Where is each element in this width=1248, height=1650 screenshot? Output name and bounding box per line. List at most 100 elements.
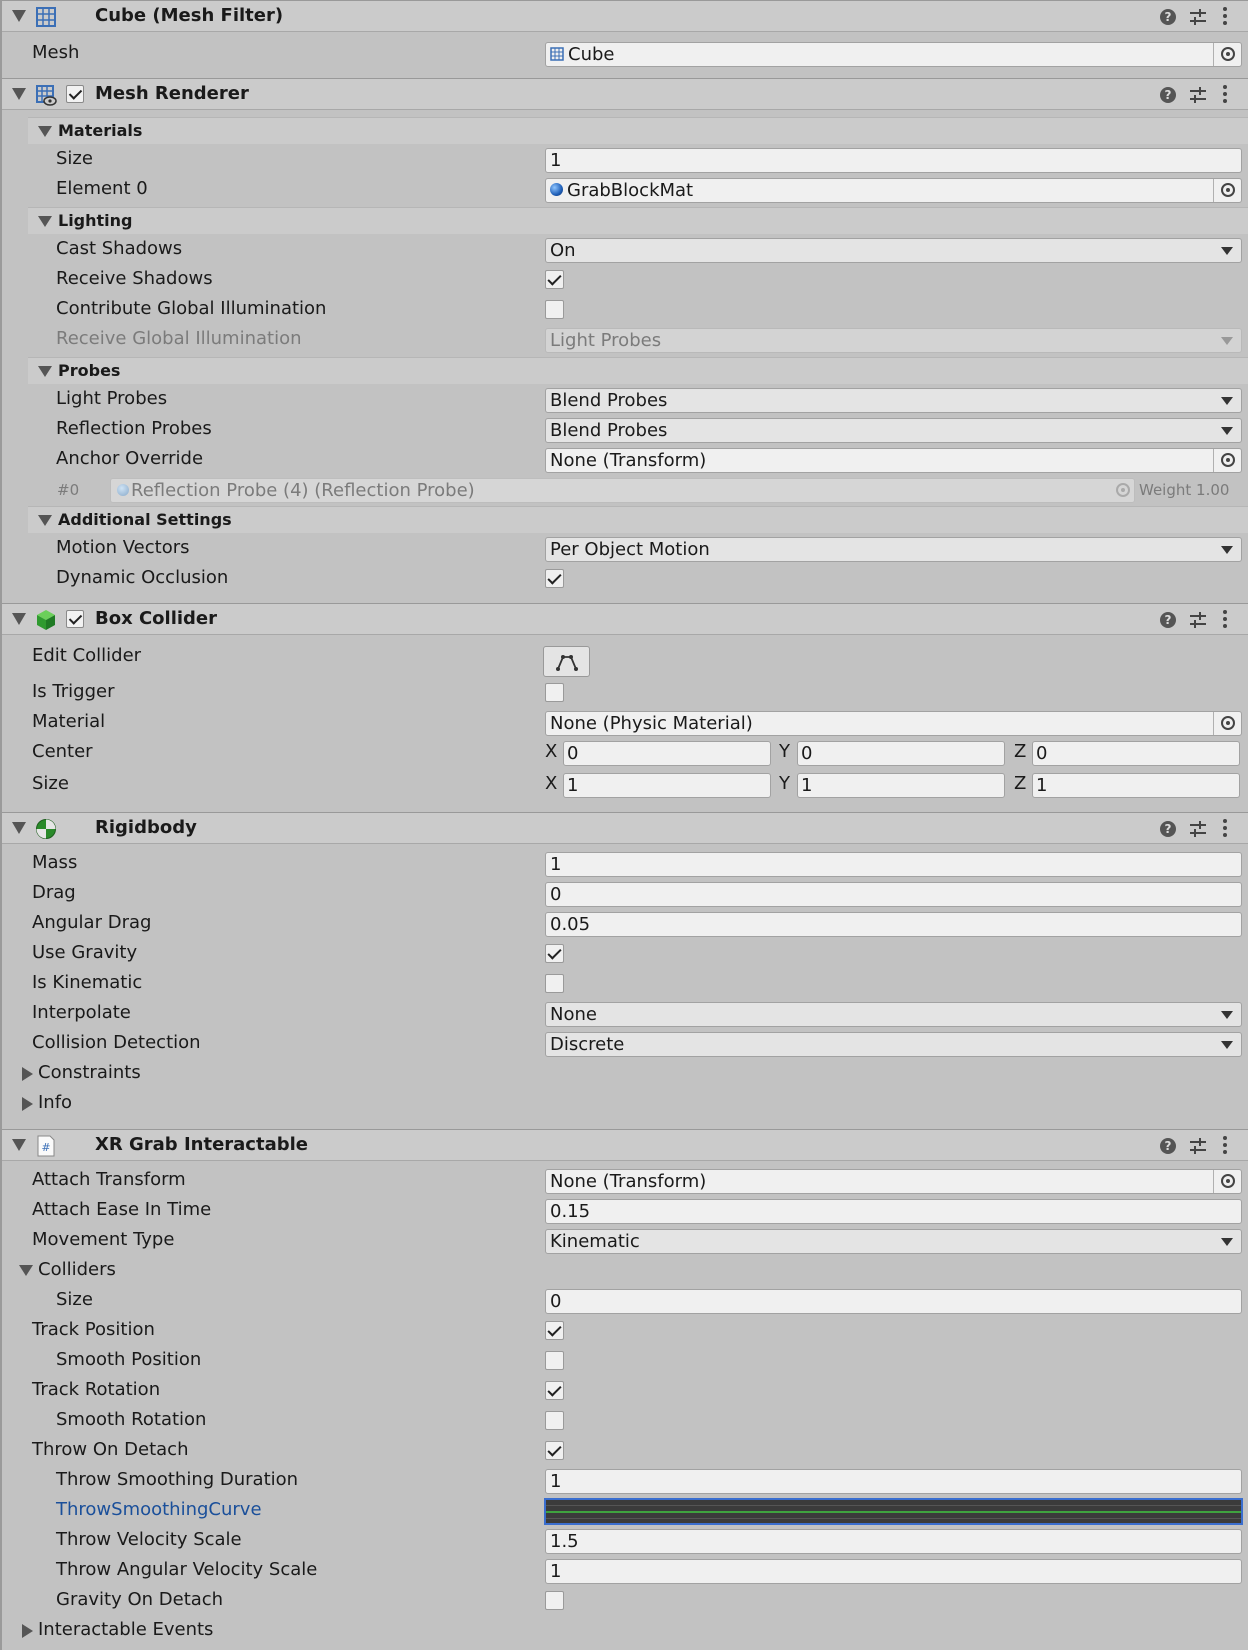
center-y-field[interactable]: 0: [797, 741, 1005, 766]
object-picker-icon[interactable]: [1213, 179, 1241, 202]
throw-angular-velocity-scale-field[interactable]: 1: [545, 1559, 1242, 1584]
collision-detection-dropdown[interactable]: Discrete: [545, 1032, 1242, 1057]
kebab-menu-icon[interactable]: [1222, 1136, 1228, 1156]
contribute-gi-label: Contribute Global Illumination: [56, 298, 327, 319]
collider-material-value: None (Physic Material): [550, 713, 753, 734]
collider-material-field[interactable]: None (Physic Material): [545, 711, 1242, 736]
anchor-override-field[interactable]: None (Transform): [545, 448, 1242, 473]
colliders-size-field[interactable]: 0: [545, 1289, 1242, 1314]
kebab-menu-icon[interactable]: [1222, 85, 1228, 105]
additional-settings-foldout[interactable]: Additional Settings: [28, 506, 1248, 533]
kebab-menu-icon[interactable]: [1222, 819, 1228, 839]
box-collider-header[interactable]: Box Collider ?: [2, 603, 1248, 635]
preset-icon[interactable]: [1188, 7, 1208, 27]
help-icon[interactable]: ?: [1160, 1138, 1176, 1154]
is-kinematic-checkbox[interactable]: [545, 974, 564, 993]
edit-collider-button[interactable]: [543, 646, 590, 677]
light-probes-dropdown[interactable]: Blend Probes: [545, 388, 1242, 413]
preset-icon[interactable]: [1188, 1136, 1208, 1156]
fold-arrow-icon[interactable]: [12, 88, 26, 100]
is-trigger-checkbox[interactable]: [545, 683, 564, 702]
center-z-field[interactable]: 0: [1032, 741, 1240, 766]
preset-icon[interactable]: [1188, 819, 1208, 839]
smooth-rotation-checkbox[interactable]: [545, 1411, 564, 1430]
attach-transform-field[interactable]: None (Transform): [545, 1169, 1242, 1194]
preset-icon[interactable]: [1188, 85, 1208, 105]
interactable-events-foldout[interactable]: Interactable Events: [38, 1619, 213, 1640]
anchor-override-value: None (Transform): [550, 450, 707, 471]
object-picker-icon[interactable]: [1213, 712, 1241, 735]
receive-shadows-checkbox[interactable]: [545, 270, 564, 289]
help-icon[interactable]: ?: [1160, 821, 1176, 837]
rigidbody-header[interactable]: Rigidbody ?: [2, 812, 1248, 844]
light-probes-value: Blend Probes: [550, 390, 668, 411]
colliders-foldout[interactable]: Colliders: [38, 1259, 116, 1280]
info-fold-icon[interactable]: [22, 1097, 33, 1111]
fold-arrow-icon[interactable]: [38, 126, 52, 137]
constraints-foldout[interactable]: Constraints: [38, 1062, 141, 1083]
fold-arrow-icon[interactable]: [38, 515, 52, 526]
element0-field[interactable]: GrabBlockMat: [545, 178, 1242, 203]
kebab-menu-icon[interactable]: [1222, 610, 1228, 630]
angular-drag-field[interactable]: 0.05: [545, 912, 1242, 937]
object-picker-icon[interactable]: [1213, 1170, 1241, 1193]
constraints-fold-icon[interactable]: [22, 1067, 33, 1081]
info-foldout[interactable]: Info: [38, 1092, 72, 1113]
throw-smoothing-duration-field[interactable]: 1: [545, 1469, 1242, 1494]
mesh-renderer-header[interactable]: Mesh Renderer ?: [2, 78, 1248, 110]
throw-smoothing-curve-field[interactable]: [544, 1498, 1243, 1525]
fold-arrow-icon[interactable]: [12, 1139, 26, 1151]
throw-on-detach-checkbox[interactable]: [545, 1441, 564, 1460]
size-x-field[interactable]: 1: [563, 773, 771, 798]
use-gravity-checkbox[interactable]: [545, 944, 564, 963]
probes-foldout[interactable]: Probes: [28, 357, 1248, 384]
fold-arrow-icon[interactable]: [12, 613, 26, 625]
reflection-probes-dropdown[interactable]: Blend Probes: [545, 418, 1242, 443]
track-position-label: Track Position: [32, 1319, 155, 1340]
throw-velocity-scale-field[interactable]: 1.5: [545, 1529, 1242, 1554]
reflection-probe-field[interactable]: Reflection Probe (4) (Reflection Probe): [110, 478, 1135, 503]
dynamic-occlusion-checkbox[interactable]: [545, 569, 564, 588]
track-position-checkbox[interactable]: [545, 1321, 564, 1340]
mesh-field[interactable]: Cube: [545, 42, 1242, 67]
svg-text:#: #: [41, 1141, 50, 1154]
lighting-foldout[interactable]: Lighting: [28, 207, 1248, 234]
gravity-on-detach-checkbox[interactable]: [545, 1591, 564, 1610]
fold-arrow-icon[interactable]: [38, 216, 52, 227]
xr-grab-header[interactable]: # XR Grab Interactable ?: [2, 1129, 1248, 1161]
drag-field[interactable]: 0: [545, 882, 1242, 907]
mesh-label: Mesh: [32, 42, 80, 63]
size-y-field[interactable]: 1: [797, 773, 1005, 798]
fold-arrow-icon[interactable]: [12, 822, 26, 834]
enabled-checkbox[interactable]: [66, 610, 84, 628]
colliders-fold-icon[interactable]: [19, 1265, 33, 1276]
cast-shadows-dropdown[interactable]: On: [545, 238, 1242, 263]
enabled-checkbox[interactable]: [66, 85, 84, 103]
materials-size-field[interactable]: 1: [545, 148, 1242, 173]
help-icon[interactable]: ?: [1160, 9, 1176, 25]
object-picker-icon[interactable]: [1116, 483, 1130, 497]
motion-vectors-dropdown[interactable]: Per Object Motion: [545, 537, 1242, 562]
kebab-menu-icon[interactable]: [1222, 7, 1228, 27]
size-z-field[interactable]: 1: [1032, 773, 1240, 798]
track-rotation-checkbox[interactable]: [545, 1381, 564, 1400]
preset-icon[interactable]: [1188, 610, 1208, 630]
materials-foldout[interactable]: Materials: [28, 117, 1248, 144]
mass-label: Mass: [32, 852, 78, 873]
smooth-position-checkbox[interactable]: [545, 1351, 564, 1370]
help-icon[interactable]: ?: [1160, 612, 1176, 628]
mesh-filter-header[interactable]: Cube (Mesh Filter) ?: [2, 0, 1248, 32]
movement-type-dropdown[interactable]: Kinematic: [545, 1229, 1242, 1254]
help-icon[interactable]: ?: [1160, 87, 1176, 103]
interactable-events-fold-icon[interactable]: [22, 1624, 33, 1638]
contribute-gi-checkbox[interactable]: [545, 300, 564, 319]
fold-arrow-icon[interactable]: [38, 366, 52, 377]
object-picker-icon[interactable]: [1213, 449, 1241, 472]
interpolate-dropdown[interactable]: None: [545, 1002, 1242, 1027]
object-picker-icon[interactable]: [1213, 43, 1241, 66]
fold-arrow-icon[interactable]: [12, 10, 26, 22]
reflection-probes-value: Blend Probes: [550, 420, 668, 441]
center-x-field[interactable]: 0: [563, 741, 771, 766]
attach-ease-field[interactable]: 0.15: [545, 1199, 1242, 1224]
mass-field[interactable]: 1: [545, 852, 1242, 877]
